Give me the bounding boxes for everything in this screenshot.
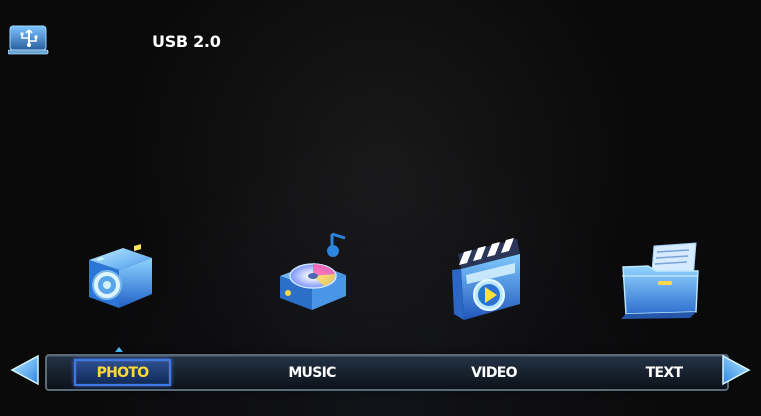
tab-text[interactable]: TEXT (639, 359, 689, 386)
header: USB 2.0 (8, 22, 221, 58)
usb-device-icon (8, 25, 49, 55)
media-tab-strip: PHOTO MUSIC VIDEO TEXT (45, 354, 729, 391)
right-arrow-icon[interactable] (717, 354, 753, 386)
page-title: USB 2.0 (152, 31, 221, 51)
folder-document-icon[interactable] (618, 238, 704, 322)
tab-video[interactable]: VIDEO (466, 359, 522, 386)
media-type-bar: PHOTO MUSIC VIDEO TEXT (8, 352, 753, 392)
media-icon-grid (0, 200, 761, 340)
left-arrow-icon[interactable] (8, 354, 44, 386)
tab-photo[interactable]: PHOTO (74, 359, 171, 386)
tab-music[interactable]: MUSIC (285, 359, 339, 386)
media-screen: USB 2.0 PHOTO MUSIC VIDEO TEXT (0, 0, 761, 416)
clapperboard-icon[interactable] (447, 226, 529, 322)
music-player-icon[interactable] (266, 220, 358, 320)
camera-icon[interactable] (78, 236, 162, 320)
